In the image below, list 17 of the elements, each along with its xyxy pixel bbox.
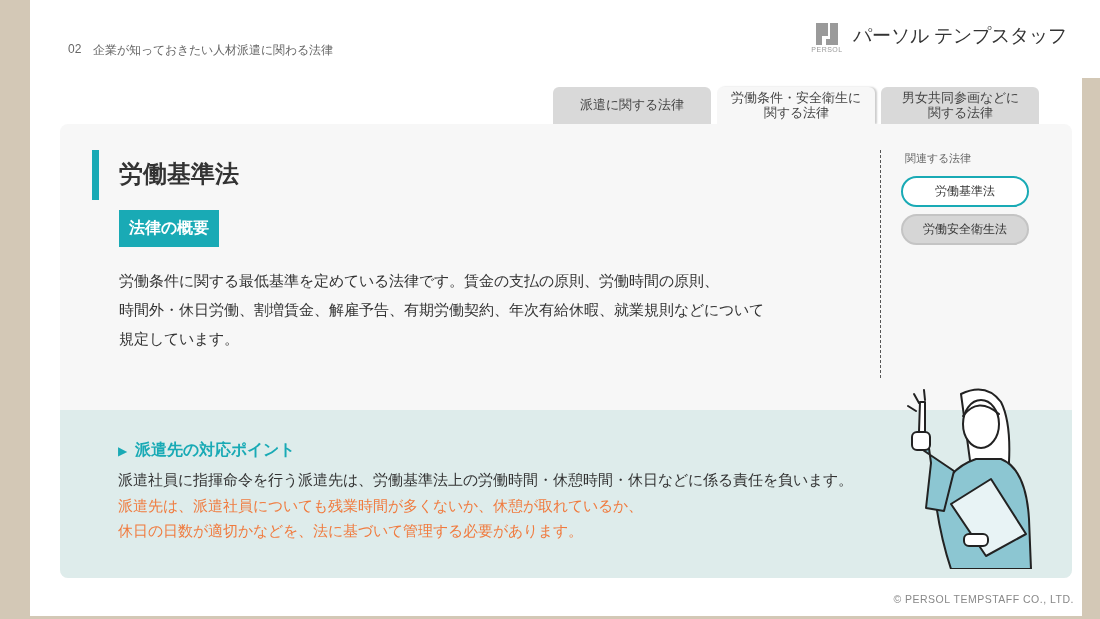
point-note: 派遣先は、派遣社員についても残業時間が多くないか、休憩が取れているか、 休日の日数が適切かなどを、法に基づいて管理する必要があります。 bbox=[118, 497, 644, 542]
section-title: 企業が知っておきたい人材派遣に関わる法律 bbox=[93, 42, 334, 59]
related-law-button[interactable]: 労働安全衛生法 bbox=[901, 214, 1029, 245]
tab[interactable]: 男女共同参画などに 関する法律 bbox=[881, 87, 1039, 124]
copyright-text: © PERSOL TEMPSTAFF CO., LTD. bbox=[893, 593, 1074, 605]
point-text: 派遣社員に指揮命令を行う派遣先は、労働基準法上の労働時間・休憩時間・休日などに係る責任を負います。 bbox=[118, 471, 854, 490]
triangle-marker: ▶ bbox=[118, 443, 128, 458]
related-heading: 関連する法律 bbox=[905, 152, 972, 166]
overview-text: 労働条件に関する最低基準を定めている法律です。賃金の支払の原則、労働時間の原則、 時間外・休日労働、割増賃金、解雇予告、有期労働契約、年次有給休暇、就業規則などについて 規定しています。 bbox=[119, 272, 765, 349]
related-law-button[interactable]: 労働基準法 bbox=[901, 176, 1029, 207]
tab[interactable]: 派遣に関する法律 bbox=[553, 87, 711, 124]
overview-label: 法律の概要 bbox=[119, 210, 219, 247]
law-title: 労働基準法 bbox=[92, 150, 880, 200]
tab[interactable]: 労働条件・安全衛生に 関する法律 bbox=[717, 87, 875, 124]
logo-text: パーソル テンプスタッフ bbox=[852, 24, 1067, 48]
point-heading: 派遣先の対応ポイント bbox=[135, 440, 296, 460]
section-number: 02 bbox=[68, 42, 82, 58]
